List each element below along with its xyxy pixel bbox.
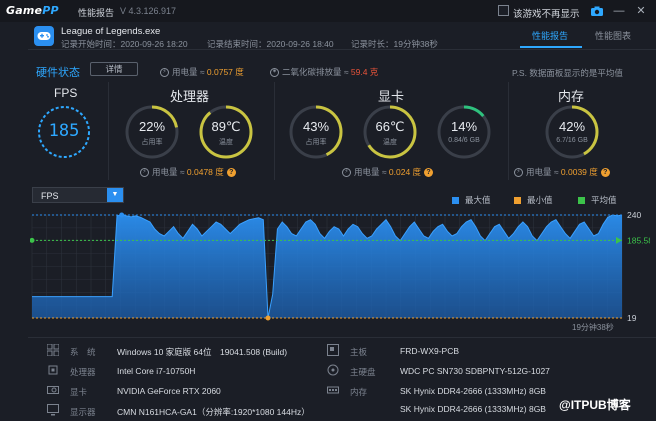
gpu-vram-gauge: 14% 0.84/6 GB bbox=[436, 104, 492, 160]
cpu-usage-value: 22% bbox=[138, 119, 166, 134]
help-icon[interactable]: ? bbox=[226, 168, 236, 178]
divider bbox=[28, 337, 656, 338]
fps-title: FPS bbox=[54, 86, 78, 100]
ram-label: 内存 bbox=[350, 387, 368, 397]
memory-title: 内存 bbox=[558, 89, 585, 104]
os-value: Windows 10 家庭版 64位 19041.508 (Build) bbox=[117, 347, 288, 357]
power-icon: ⚡ bbox=[140, 168, 149, 178]
tab-performance-report[interactable]: 性能报告 bbox=[532, 29, 568, 42]
window-title: 性能报告 bbox=[78, 8, 115, 18]
monitor-value: CMN N161HCA-GA1（分辨率:1920*1080 144Hz） bbox=[117, 407, 310, 417]
gpu-label: 显卡 bbox=[70, 387, 88, 397]
co2-line: ⁕ 二氧化碳排放量 ≈ 59.4 克 bbox=[270, 67, 379, 78]
game-icon bbox=[34, 26, 54, 46]
gpu-icon bbox=[46, 384, 60, 396]
os-label: 系 统 bbox=[70, 347, 96, 357]
windows-icon bbox=[46, 343, 60, 357]
camera-icon[interactable] bbox=[590, 4, 604, 18]
memory-power-line: ⚡ 用电量 ≈ 0.0039 度? bbox=[514, 166, 610, 178]
power-icon: ⚡ bbox=[514, 168, 523, 178]
metric-select-value: FPS bbox=[41, 191, 59, 201]
title-bar: GamePP 性能报告 V 4.3.126.917 该游戏不再显示 — ✕ bbox=[0, 0, 656, 22]
leaf-icon: ⁕ bbox=[270, 68, 279, 78]
gpu-title: 显卡 bbox=[378, 89, 405, 104]
detail-button[interactable]: 详情 bbox=[90, 62, 138, 76]
cpu-value: Intel Core i7-10750H bbox=[117, 366, 196, 376]
x-end-label: 19分钟38秒 bbox=[572, 322, 614, 332]
dont-show-label[interactable]: 该游戏不再显示 bbox=[513, 6, 580, 20]
version-label: V 4.3.126.917 bbox=[120, 6, 177, 16]
avg-point bbox=[30, 237, 35, 243]
active-tab-indicator bbox=[520, 46, 582, 48]
memory-usage-label: 6.7/16 GB bbox=[556, 137, 588, 144]
power-icon: ⚡ bbox=[342, 168, 351, 178]
close-icon[interactable]: ✕ bbox=[634, 4, 648, 18]
memory-usage-gauge: 42% 6.7/16 GB bbox=[544, 104, 600, 160]
gpu-power-line: ⚡ 用电量 ≈ 0.024 度? bbox=[342, 166, 434, 178]
disk-label: 主硬盘 bbox=[350, 367, 376, 377]
legend-min-swatch bbox=[514, 197, 521, 205]
gpu-temp-label: 温度 bbox=[383, 139, 397, 146]
min-label: 19 bbox=[627, 313, 637, 323]
gpu-usage-gauge: 43% 占用率 bbox=[288, 104, 344, 160]
divider bbox=[28, 49, 656, 50]
gpu-value: NVIDIA GeForce RTX 2060 bbox=[117, 386, 221, 396]
game-name: League of Legends.exe bbox=[61, 26, 161, 37]
tab-performance-chart[interactable]: 性能图表 bbox=[595, 29, 631, 42]
legend-max: 最大值 bbox=[452, 194, 491, 206]
minimize-icon[interactable]: — bbox=[612, 4, 626, 18]
gpu-vram-value: 14% bbox=[450, 119, 478, 134]
fps-chart: 240 185.58 19 19分钟38秒 bbox=[30, 210, 650, 332]
gpu-usage-value: 43% bbox=[302, 119, 330, 134]
board-value: FRD-WX9-PCB bbox=[400, 346, 460, 356]
cpu-label: 处理器 bbox=[70, 367, 96, 377]
monitor-label: 显示器 bbox=[70, 407, 96, 417]
disk-value: WDC PC SN730 SDBPNTY-512G-1027 bbox=[400, 366, 550, 376]
watermark: @ITPUB博客 bbox=[559, 398, 631, 412]
power-icon: ⚡ bbox=[160, 68, 169, 78]
cpu-title: 处理器 bbox=[170, 89, 210, 104]
gpu-vram-label: 0.84/6 GB bbox=[448, 137, 480, 144]
cpu-power-line: ⚡ 用电量 ≈ 0.0478 度? bbox=[140, 166, 236, 178]
memory-usage-value: 42% bbox=[558, 119, 586, 134]
min-point bbox=[265, 315, 271, 321]
legend-avg: 平均值 bbox=[578, 194, 617, 206]
legend-min: 最小值 bbox=[514, 194, 553, 206]
fps-value: 185 bbox=[48, 121, 80, 141]
disk-icon bbox=[326, 364, 340, 376]
ram-value-2: SK Hynix DDR4-2666 (1333MHz) 8GB bbox=[400, 404, 546, 414]
fps-gauge: 185 bbox=[36, 104, 92, 160]
ram-icon bbox=[326, 384, 340, 396]
avg-label: 185.58 bbox=[627, 235, 650, 245]
legend-avg-swatch bbox=[578, 197, 585, 205]
gpu-temp-gauge: 66℃ 温度 bbox=[362, 104, 418, 160]
cpu-temp-label: 温度 bbox=[219, 139, 233, 146]
total-power-line: ⚡ 用电量 ≈ 0.0757 度 bbox=[160, 66, 244, 78]
cpu-icon bbox=[46, 364, 60, 376]
ram-value-1: SK Hynix DDR4-2666 (1333MHz) 8GB bbox=[400, 386, 546, 396]
max-label: 240 bbox=[627, 210, 641, 220]
cpu-temp-value: 89℃ bbox=[211, 119, 241, 134]
help-icon[interactable]: ? bbox=[600, 168, 610, 178]
dont-show-checkbox[interactable] bbox=[498, 5, 509, 16]
cpu-usage-label: 占用率 bbox=[141, 139, 163, 146]
metric-select[interactable]: FPS ▼ bbox=[32, 187, 124, 203]
average-note: P.S. 数据面板显示的是平均值 bbox=[512, 68, 623, 78]
max-point bbox=[119, 212, 125, 218]
gamepp-logo: GamePP bbox=[6, 4, 59, 17]
gpu-temp-value: 66℃ bbox=[375, 119, 405, 134]
hardware-status-title: 硬件状态 bbox=[36, 67, 80, 79]
chevron-down-icon[interactable]: ▼ bbox=[107, 188, 123, 202]
cpu-usage-gauge: 22% 占用率 bbox=[124, 104, 180, 160]
cpu-temp-gauge: 89℃ 温度 bbox=[198, 104, 254, 160]
monitor-icon bbox=[46, 404, 60, 416]
motherboard-icon bbox=[326, 344, 340, 356]
board-label: 主板 bbox=[350, 347, 368, 357]
legend-max-swatch bbox=[452, 197, 459, 205]
help-icon[interactable]: ? bbox=[424, 168, 434, 178]
gpu-usage-label: 占用率 bbox=[305, 139, 327, 146]
